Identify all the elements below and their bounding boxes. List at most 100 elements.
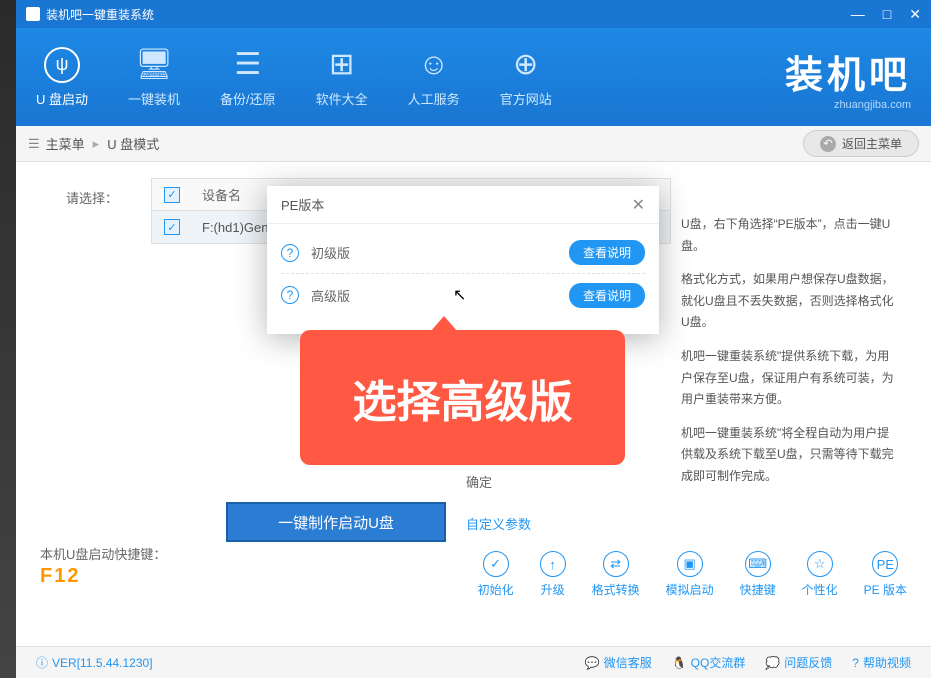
tool-service[interactable]: ☺ 人工服务	[408, 47, 460, 108]
tool-label: 一键装机	[128, 89, 180, 108]
statusbar: ⓘ VER[11.5.44.1230] 💬微信客服 🐧 QQ交流群 💭问题反馈 ?…	[16, 646, 931, 678]
row-checkbox-cell: ✓	[152, 219, 192, 235]
option-name: 高级版	[311, 286, 350, 305]
view-desc-button[interactable]: 查看说明	[569, 283, 645, 308]
hotkey-value: F12	[40, 565, 166, 588]
breadcrumb-main[interactable]: 主菜单	[46, 134, 85, 153]
window-title: 装机吧一键重装系统	[46, 6, 154, 23]
play-icon: ▣	[677, 551, 703, 577]
swap-icon: ⇄	[603, 551, 629, 577]
modal-close-button[interactable]: ✕	[632, 195, 645, 215]
confirm-label: 确定	[466, 472, 492, 491]
tool-oneclick[interactable]: 🖥 一键装机	[128, 47, 180, 108]
question-icon: ?	[281, 244, 299, 262]
tool-backup[interactable]: ☰ 备份/还原	[220, 47, 276, 108]
app-icon	[26, 7, 40, 21]
header-checkbox-cell: ✓	[152, 187, 192, 203]
bt-label: 初始化	[478, 581, 514, 598]
hotkey-section: 本机U盘启动快捷键： F12	[40, 544, 166, 588]
help-link[interactable]: ? 帮助视频	[852, 654, 911, 671]
menu-icon: ☰	[28, 136, 40, 152]
close-button[interactable]: ✕	[909, 6, 921, 23]
breadcrumb-sep: ▸	[93, 136, 100, 152]
wechat-link[interactable]: 💬微信客服	[585, 654, 652, 671]
callout-text: 选择高级版	[353, 366, 573, 430]
bt-label: 模拟启动	[666, 581, 714, 598]
bt-label: PE 版本	[864, 581, 907, 598]
up-icon: ↑	[540, 551, 566, 577]
header-checkbox[interactable]: ✓	[164, 187, 180, 203]
key-icon: ⌨	[745, 551, 771, 577]
tool-label: 人工服务	[408, 89, 460, 108]
tool-label: 官方网站	[500, 89, 552, 108]
back-label: 返回主菜单	[842, 135, 902, 152]
info-p3: 机吧一键重装系统"提供系统下载，为用户保存至U盘，保证用户有系统可装，为用户重装…	[681, 346, 901, 411]
stack-icon: ☰	[230, 47, 266, 83]
window-controls: — □ ✕	[851, 6, 921, 23]
globe-icon: ⊕	[508, 47, 544, 83]
titlebar: 装机吧一键重装系统 — □ ✕	[16, 0, 931, 28]
help-icon: ?	[852, 656, 859, 670]
bt-simulate[interactable]: ▣ 模拟启动	[666, 551, 714, 598]
star-icon: ☆	[807, 551, 833, 577]
tool-usb-boot[interactable]: ψ U 盘启动	[36, 47, 88, 108]
tool-software[interactable]: ⊞ 软件大全	[316, 47, 368, 108]
tool-label: 备份/还原	[220, 89, 276, 108]
qq-icon: 🐧	[672, 656, 687, 670]
version[interactable]: ⓘ VER[11.5.44.1230]	[36, 654, 153, 671]
bt-label: 升级	[541, 581, 565, 598]
link-label: 问题反馈	[784, 654, 832, 671]
modal-header: PE版本 ✕	[267, 186, 659, 224]
info-icon: ⓘ	[36, 654, 48, 671]
toolbar: ψ U 盘启动 🖥 一键装机 ☰ 备份/还原 ⊞ 软件大全 ☺ 人工服务 ⊕ 官…	[16, 28, 931, 126]
link-label: 帮助视频	[863, 654, 911, 671]
feedback-link[interactable]: 💭问题反馈	[765, 654, 832, 671]
bt-pe[interactable]: PE PE 版本	[864, 551, 907, 598]
tool-label: 软件大全	[316, 89, 368, 108]
qq-link[interactable]: 🐧 QQ交流群	[672, 654, 746, 671]
pe-version-modal: PE版本 ✕ ? 初级版 查看说明 ? 高级版 查看说明	[267, 186, 659, 334]
link-label: 微信客服	[604, 654, 652, 671]
row-checkbox[interactable]: ✓	[164, 219, 180, 235]
option-name: 初级版	[311, 243, 350, 262]
brand-text: 装机吧	[785, 44, 911, 99]
bottom-tools: ✓ 初始化 ↑ 升级 ⇄ 格式转换 ▣ 模拟启动 ⌨ 快捷键 ☆个性化 PE PE 版本	[478, 551, 907, 598]
bt-label: 快捷键	[740, 581, 776, 598]
maximize-button[interactable]: □	[883, 6, 891, 23]
tool-label: U 盘启动	[36, 89, 88, 108]
bt-upgrade[interactable]: ↑ 升级	[540, 551, 566, 598]
bt-custom[interactable]: ☆个性化	[802, 551, 838, 598]
bt-init[interactable]: ✓ 初始化	[478, 551, 514, 598]
pe-icon: PE	[872, 551, 898, 577]
custom-params-link[interactable]: 自定义参数	[466, 514, 531, 533]
make-usb-button[interactable]: 一键制作启动U盘	[226, 502, 446, 542]
pe-option-advanced[interactable]: ? 高级版 查看说明	[281, 274, 645, 316]
bt-label: 格式转换	[592, 581, 640, 598]
check-icon: ✓	[483, 551, 509, 577]
bt-hotkey[interactable]: ⌨ 快捷键	[740, 551, 776, 598]
brand-url: zhuangjiba.com	[785, 99, 911, 111]
person-icon: ☺	[416, 47, 452, 83]
bt-format[interactable]: ⇄ 格式转换	[592, 551, 640, 598]
link-label: QQ交流群	[691, 654, 746, 671]
info-p4: 机吧一键重装系统"将全程自动为用户提供载及系统下载至U盘，只需等待下载完成即可制…	[681, 423, 901, 488]
breadcrumb: ☰ 主菜单 ▸ U 盘模式 ↶ 返回主菜单	[16, 126, 931, 162]
view-desc-button[interactable]: 查看说明	[569, 240, 645, 265]
back-icon: ↶	[820, 136, 836, 152]
info-text: U盘，右下角选择“PE版本”，点击一键U盘。 格式化方式，如果用户想保存U盘数据…	[681, 214, 901, 500]
minimize-button[interactable]: —	[851, 6, 865, 23]
pe-option-basic[interactable]: ? 初级版 查看说明	[281, 232, 645, 274]
modal-body: ? 初级版 查看说明 ? 高级版 查看说明	[267, 224, 659, 334]
question-icon: ?	[281, 286, 299, 304]
annotation-callout: 选择高级版	[300, 330, 625, 465]
side-strip	[0, 0, 16, 678]
hotkey-label: 本机U盘启动快捷键：	[40, 544, 166, 563]
tool-website[interactable]: ⊕ 官方网站	[500, 47, 552, 108]
status-right: 💬微信客服 🐧 QQ交流群 💭问题反馈 ? 帮助视频	[585, 654, 911, 671]
info-p1: U盘，右下角选择“PE版本”，点击一键U盘。	[681, 214, 901, 257]
brand: 装机吧 zhuangjiba.com	[785, 44, 911, 111]
breadcrumb-sub: U 盘模式	[107, 134, 159, 153]
back-button[interactable]: ↶ 返回主菜单	[803, 130, 919, 157]
version-text: VER[11.5.44.1230]	[52, 656, 153, 670]
monitor-icon: 🖥	[136, 47, 172, 83]
